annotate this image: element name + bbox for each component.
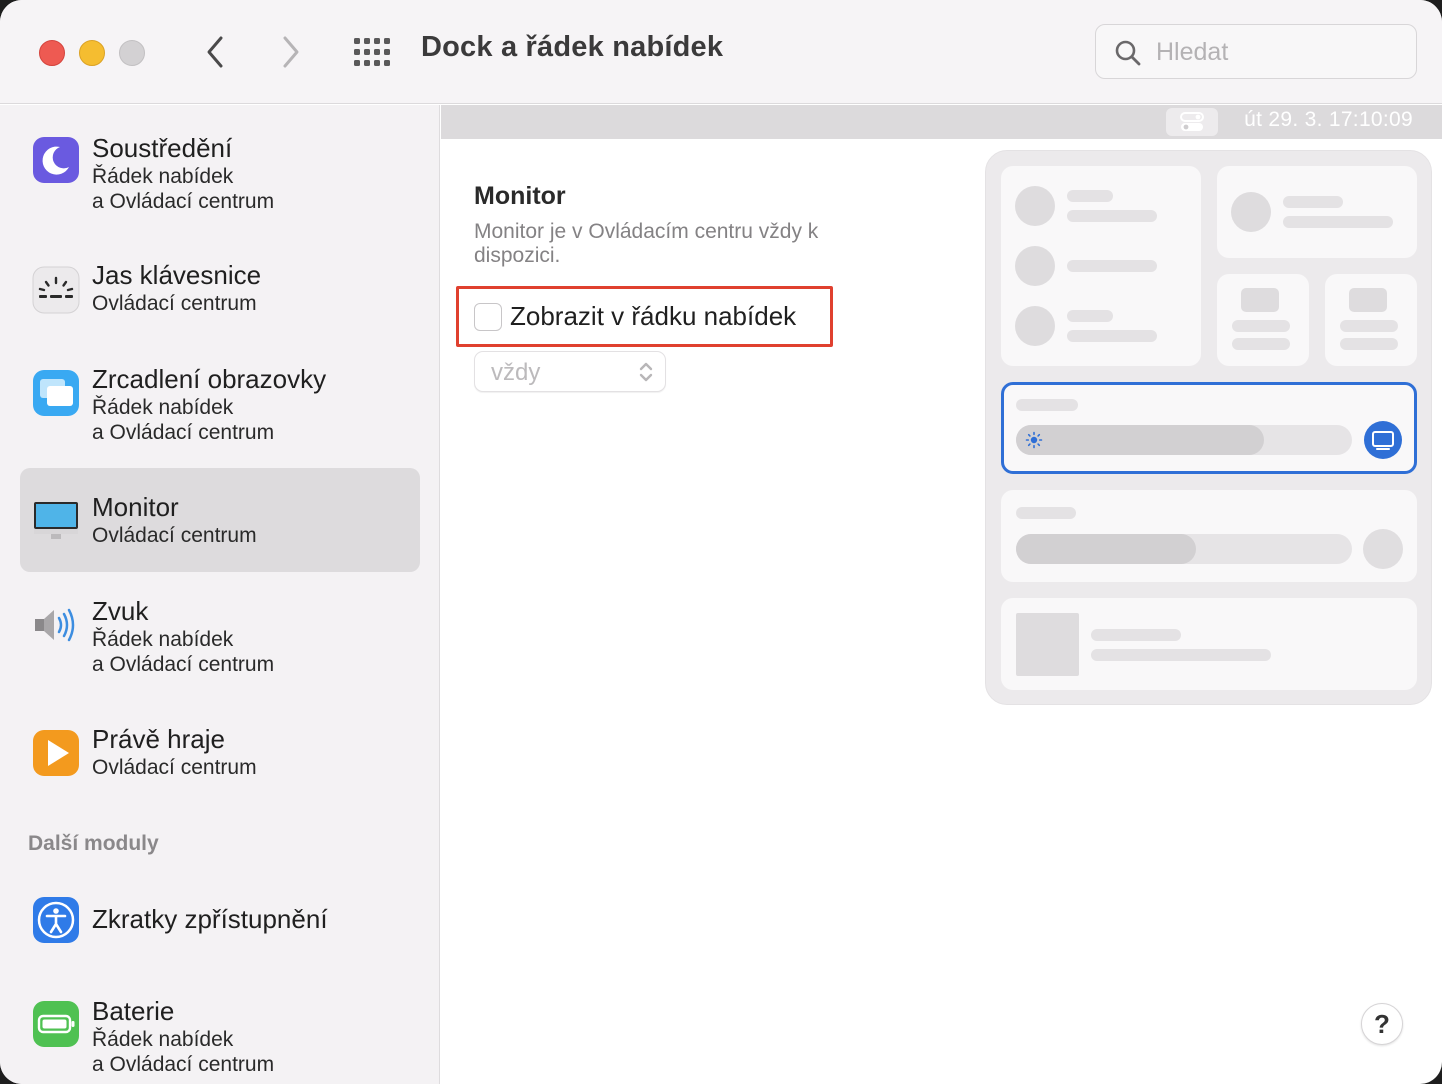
sidebar-item-subtitle: Ovládací centrum [92,292,257,315]
cc-connectivity-tile [1001,166,1201,366]
sidebar-item-title: Zvuk [92,596,149,626]
cc-sound-tile [1001,490,1417,582]
close-window-button[interactable] [39,40,65,66]
speaker-icon [35,608,75,642]
zoom-window-button[interactable] [119,40,145,66]
cc-small-tile [1217,274,1309,366]
show-all-grid-icon[interactable] [352,36,392,68]
sidebar-item-title: Jas klávesnice [92,260,262,290]
titlebar: Dock a řádek nabídek [0,0,1442,104]
sidebar-item-subtitle: Řádek nabídek [92,396,234,419]
control-center-preview [985,150,1432,705]
forward-button[interactable] [276,34,306,70]
settings-window: Dock a řádek nabídek Soustředění Řádek n… [0,0,1442,1084]
search-field[interactable] [1095,24,1417,79]
screen-mirroring-icon [33,370,79,416]
control-center-icon [1166,108,1218,136]
show-in-menubar-checkbox[interactable] [474,303,502,331]
visibility-popup-button[interactable]: vždy [474,351,666,392]
sidebar-item-subtitle: Ovládací centrum [92,524,257,547]
accessibility-icon [33,897,79,943]
popup-value: vždy [491,359,541,386]
search-input[interactable] [1156,35,1396,69]
sidebar-item-accessibility-shortcuts[interactable]: Zkratky zpřístupnění [20,877,420,963]
sidebar-item-title: Baterie [92,996,175,1026]
sidebar-item-subtitle: Řádek nabídek [92,165,234,188]
cc-now-playing-tile [1001,598,1417,690]
window-title: Dock a řádek nabídek [421,31,724,63]
search-icon [1115,40,1141,66]
sidebar-item-title: Zkratky zpřístupnění [92,904,328,934]
sidebar-item-display[interactable]: Monitor Ovládací centrum [20,468,420,572]
sidebar-item-subtitle: a Ovládací centrum [92,421,275,444]
chevron-left-icon [207,36,223,68]
show-in-menubar-label[interactable]: Zobrazit v řádku nabídek [510,301,796,332]
sidebar-item-screen-mirroring[interactable]: Zrcadlení obrazovky Řádek nabídek a Ovlá… [20,354,420,464]
menubar-clock: út 29. 3. 17:10:09 [1244,108,1413,131]
cc-display-tile [1001,382,1417,474]
sidebar-item-subtitle: Řádek nabídek [92,1028,234,1051]
chevron-right-icon [283,36,299,68]
sidebar-item-subtitle: a Ovládací centrum [92,1053,275,1076]
up-down-chevron-icon [639,362,653,382]
sidebar-item-title: Zrcadlení obrazovky [92,364,327,394]
sidebar-item-title: Právě hraje [92,724,225,754]
sidebar-item-subtitle: Ovládací centrum [92,756,257,779]
sidebar-item-sound[interactable]: Zvuk Řádek nabídek a Ovládací centrum [20,586,420,696]
sidebar-item-title: Monitor [92,492,179,522]
help-button[interactable]: ? [1361,1003,1403,1045]
cc-focus-tile [1217,166,1417,258]
detail-description: Monitor je v Ovládacím centru vždy k dis… [474,220,819,267]
sidebar-item-title: Soustředění [92,133,233,163]
moon-icon [33,137,79,183]
sidebar-item-subtitle: a Ovládací centrum [92,653,275,676]
back-button[interactable] [200,34,230,70]
sidebar-item-focus[interactable]: Soustředění Řádek nabídek a Ovládací cen… [20,122,420,232]
keyboard-brightness-icon [32,266,80,314]
detail-title: Monitor [474,182,566,210]
sidebar: Soustředění Řádek nabídek a Ovládací cen… [0,105,440,1084]
section-header-other-modules: Další moduly [28,832,159,855]
sidebar-item-battery[interactable]: Baterie Řádek nabídek a Ovládací centrum [20,982,420,1084]
sidebar-item-subtitle: Řádek nabídek [92,628,234,651]
brightness-icon [1025,431,1043,449]
now-playing-icon [33,730,79,776]
sidebar-item-subtitle: a Ovládací centrum [92,190,275,213]
sidebar-item-keyboard-brightness[interactable]: Jas klávesnice Ovládací centrum [20,250,420,336]
battery-icon [33,1001,79,1047]
display-settings-icon [1364,421,1402,459]
minimize-window-button[interactable] [79,40,105,66]
cc-small-tile [1325,274,1417,366]
sidebar-item-now-playing[interactable]: Právě hraje Ovládací centrum [20,714,420,800]
display-icon [34,502,78,539]
menubar-preview: út 29. 3. 17:10:09 [441,105,1442,139]
